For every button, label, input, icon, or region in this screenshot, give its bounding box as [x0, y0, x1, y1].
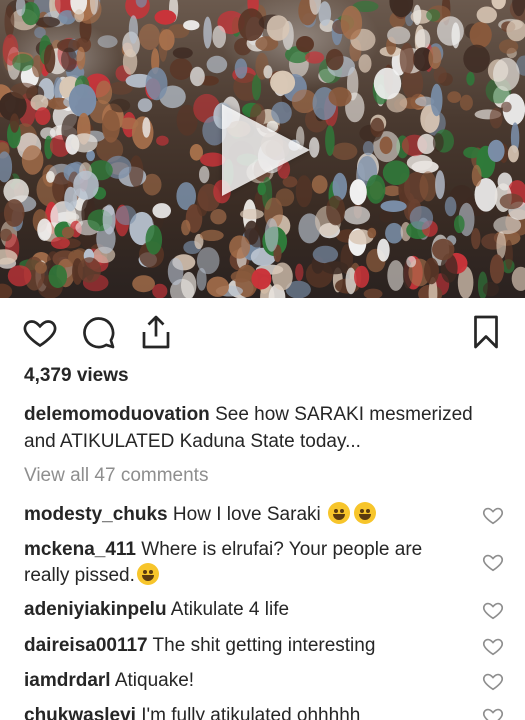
comment-username[interactable]: chukwaslevi	[24, 705, 136, 720]
like-comment-button[interactable]	[482, 599, 504, 621]
heart-icon	[482, 507, 504, 525]
comment-icon	[83, 317, 115, 349]
comment-username[interactable]: adeniyiakinpelu	[24, 599, 167, 620]
comment-button[interactable]	[78, 312, 118, 352]
heart-icon	[23, 320, 57, 348]
comment-item: adeniyiakinpelu Atikulate 4 life	[24, 597, 464, 623]
caption-username[interactable]: delemomoduovation	[24, 404, 210, 425]
post-caption: delemomoduovation See how SARAKI mesmeri…	[24, 401, 504, 455]
heart-icon	[482, 673, 504, 691]
grinning-emoji-icon	[328, 502, 351, 524]
play-icon[interactable]	[222, 104, 310, 196]
comment-username[interactable]: modesty_chuks	[24, 504, 168, 525]
grinning-emoji-icon	[136, 563, 159, 585]
video-player[interactable]	[0, 0, 525, 298]
comment-text: Atikulate 4 life	[166, 599, 290, 620]
comment-item: iamdrdarl Atiquake!	[24, 668, 464, 694]
comment-text: The shit getting interesting	[147, 635, 376, 656]
comment-text: I'm fully atikulated ohhhhh	[135, 705, 361, 720]
share-button[interactable]	[136, 312, 176, 352]
like-comment-button[interactable]	[482, 705, 504, 720]
view-all-comments-link[interactable]: View all 47 comments	[24, 465, 208, 487]
view-count[interactable]: 4,379 views	[24, 365, 129, 387]
comment-item: daireisa00117 The shit getting interesti…	[24, 633, 464, 659]
share-icon	[142, 315, 170, 349]
heart-icon	[482, 602, 504, 620]
hugging-emoji-icon	[354, 502, 377, 524]
like-comment-button[interactable]	[482, 670, 504, 692]
bookmark-icon	[474, 315, 498, 349]
post-actions	[0, 312, 525, 356]
heart-icon	[482, 708, 504, 720]
comment-text: Atiquake!	[110, 670, 195, 691]
heart-icon	[482, 638, 504, 656]
comment-item: modesty_chuks How I love Saraki	[24, 502, 464, 528]
comment-username[interactable]: mckena_411	[24, 539, 136, 560]
like-comment-button[interactable]	[482, 551, 504, 573]
heart-icon	[482, 554, 504, 572]
comment-username[interactable]: iamdrdarl	[24, 670, 111, 691]
comment-item: mckena_411 Where is elrufai? Your people…	[24, 537, 464, 589]
like-comment-button[interactable]	[482, 504, 504, 526]
like-button[interactable]	[20, 312, 60, 352]
comment-text: How I love Saraki	[167, 504, 327, 525]
save-button[interactable]	[466, 312, 506, 352]
comment-username[interactable]: daireisa00117	[24, 635, 148, 656]
comment-item: chukwaslevi I'm fully atikulated ohhhhh	[24, 703, 464, 720]
like-comment-button[interactable]	[482, 635, 504, 657]
